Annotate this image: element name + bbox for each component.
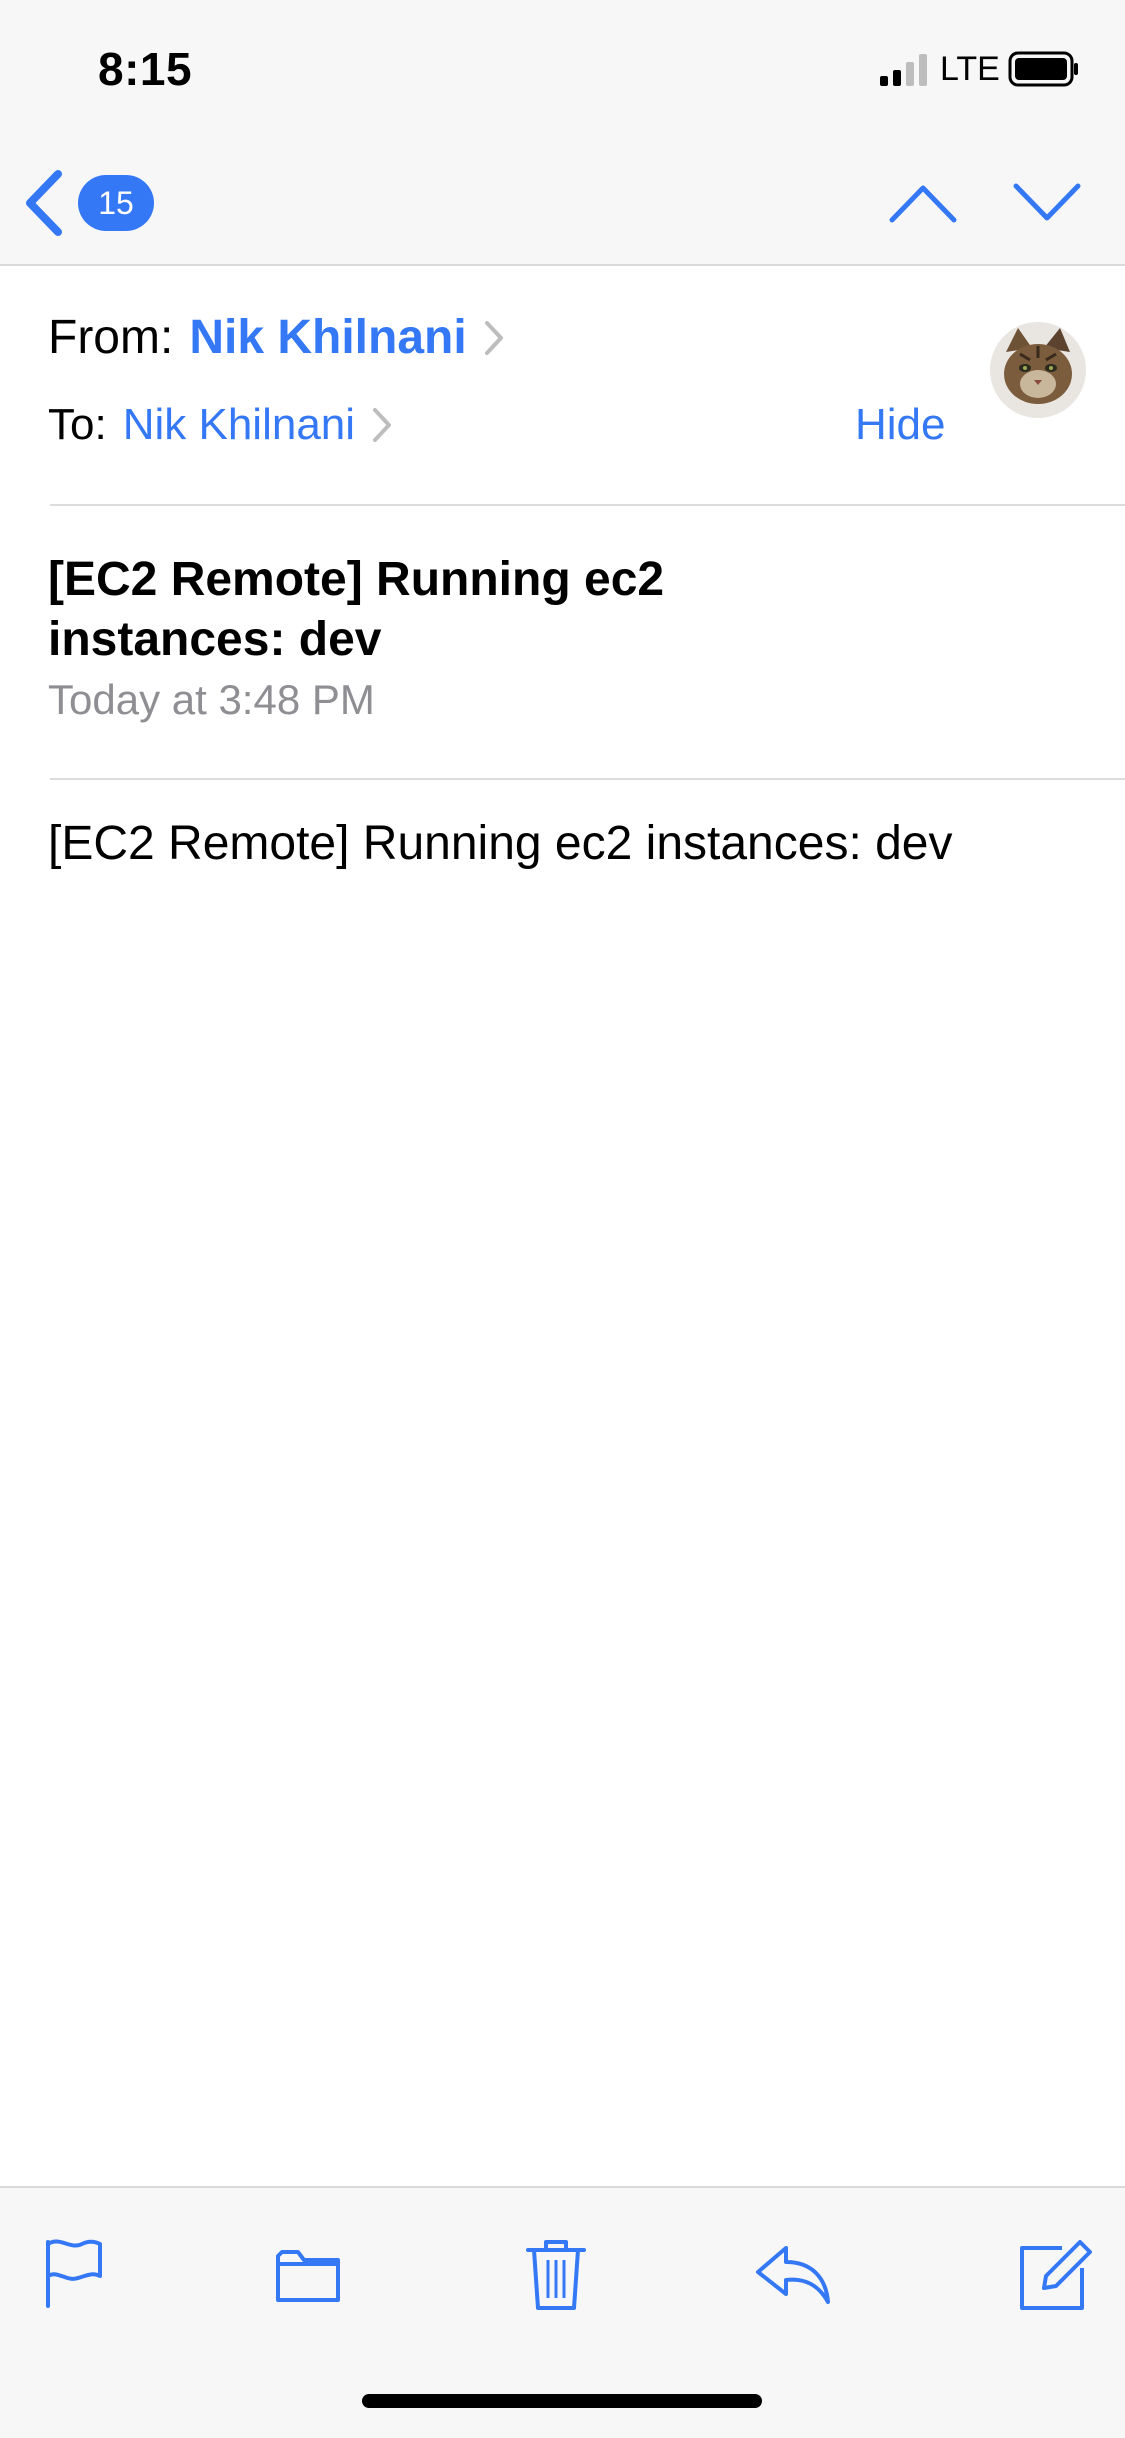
avatar[interactable]	[990, 322, 1086, 418]
previous-message-icon[interactable]	[888, 176, 958, 230]
unread-count-badge: 15	[78, 175, 154, 231]
cat-avatar-icon	[990, 322, 1086, 418]
message-header: From: Nik Khilnani To: Nik Khilnani Hide	[0, 266, 1125, 504]
trash-icon[interactable]	[516, 2232, 596, 2312]
network-type: LTE	[940, 50, 1000, 88]
divider	[50, 778, 1125, 780]
divider	[50, 504, 1125, 506]
back-button[interactable]: 15	[20, 166, 180, 240]
compose-icon[interactable]	[1014, 2232, 1094, 2312]
from-row: From: Nik Khilnani	[48, 310, 505, 365]
chevron-right-icon	[484, 320, 503, 355]
hide-details-button[interactable]: Hide	[855, 400, 946, 450]
battery-icon	[1008, 51, 1078, 87]
cellular-signal-icon	[880, 54, 927, 86]
reply-icon[interactable]	[752, 2232, 832, 2312]
from-label: From:	[48, 311, 174, 364]
flag-icon[interactable]	[34, 2232, 114, 2312]
navigation-bar: 15	[0, 140, 1125, 266]
chevron-left-icon	[26, 170, 62, 236]
to-label: To:	[48, 400, 107, 449]
to-row: To: Nik Khilnani	[48, 400, 393, 450]
folder-icon[interactable]	[268, 2232, 348, 2312]
message-subject: [EC2 Remote] Running ec2 instances: dev	[48, 553, 665, 666]
home-indicator[interactable]	[362, 2394, 762, 2408]
status-bar: 8:15 LTE	[0, 0, 1125, 140]
message-body: [EC2 Remote] Running ec2 instances: dev	[48, 817, 953, 870]
next-message-icon[interactable]	[1012, 176, 1082, 230]
to-recipient-link[interactable]: Nik Khilnani	[123, 400, 355, 450]
chevron-right-icon	[373, 408, 392, 442]
message-date: Today at 3:48 PM	[48, 676, 375, 723]
from-sender-link[interactable]: Nik Khilnani	[189, 310, 466, 365]
status-time: 8:15	[98, 43, 193, 95]
